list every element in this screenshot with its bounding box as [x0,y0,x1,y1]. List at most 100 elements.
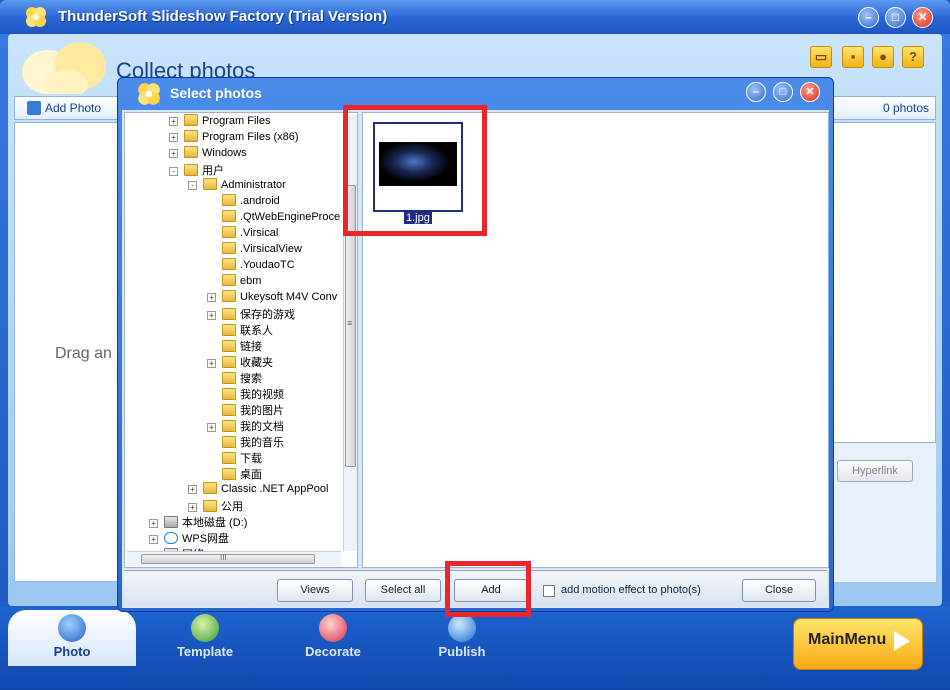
tree-item[interactable]: + 收藏夹 [207,354,273,370]
tree-item-label: 我的视频 [240,389,284,401]
views-button[interactable]: Views [277,579,353,602]
tree-horizontal-scrollbar[interactable]: III [127,551,341,566]
tree-hscroll-thumb[interactable]: III [141,553,315,564]
expand-toggle-icon[interactable]: + [188,485,197,494]
tree-item[interactable]: + Windows [169,146,247,162]
folder-icon [222,388,236,400]
tree-item[interactable]: + 本地磁盘 (D:) [149,514,247,530]
tree-item[interactable]: + 保存的游戏 [207,306,295,322]
tree-item-label: 本地磁盘 (D:) [182,517,248,529]
select-all-button[interactable]: Select all [365,579,441,602]
tree-item-label: 搜索 [240,373,262,385]
tree-item[interactable]: .VirsicalView [207,242,302,258]
tree-item-label: .QtWebEngineProce [240,211,341,223]
main-menu-button[interactable]: MainMenu [793,618,923,670]
tree-item-label: Ukeysoft M4V Conv [240,291,338,303]
tree-item-label: 收藏夹 [240,357,273,369]
close-button[interactable]: ✕ [912,7,933,28]
expand-toggle-icon[interactable]: + [207,311,216,320]
title-bar: ThunderSoft Slideshow Factory (Trial Ver… [0,0,950,34]
tab-publish-label: Publish [438,644,486,659]
app-logo-icon [26,7,46,27]
cloud-icon [164,532,178,544]
tree-item-label: .YoudaoTC [240,259,295,271]
help-icon[interactable]: ? [902,46,924,68]
expand-toggle-icon[interactable]: + [149,519,158,528]
tree-item[interactable]: .android [207,194,280,210]
tree-item-label: 联系人 [240,325,273,337]
arrow-right-icon [894,631,910,651]
tree-item-label: 我的图片 [240,405,284,417]
folder-icon [222,404,236,416]
bottom-nav: Photo Template Decorate Publish MainMenu [0,606,950,690]
tree-item-label: .android [240,195,280,207]
folder-icon [222,420,236,432]
photo-tab-icon [58,614,86,642]
close-button-dialog[interactable]: Close [742,579,816,602]
folder-tree[interactable]: + Program Files + Program Files (x86) + Windo… [124,112,358,568]
tree-item[interactable]: + WPS网盘 [149,530,229,546]
minimize-button[interactable]: – [858,7,879,28]
add-photo-button[interactable]: Add Photo [27,101,101,115]
add-button-highlight [445,561,531,617]
tree-item[interactable]: + 我的文档 [207,418,284,434]
expand-toggle-icon[interactable]: + [188,503,197,512]
publish-tab-icon [448,614,476,642]
dialog-minimize-button[interactable]: – [746,82,766,102]
tree-item[interactable]: + 公用 [188,498,243,514]
tree-item[interactable]: .Virsical [207,226,278,242]
tab-decorate[interactable]: Decorate [278,610,388,670]
tree-item-label: 下载 [240,453,262,465]
expand-toggle-icon[interactable]: - [188,181,197,190]
tree-item-label: Program Files [202,115,271,127]
tree-item[interactable]: 桌面 [207,466,262,482]
bulb-icon[interactable]: ● [872,46,894,68]
tree-item[interactable]: 我的音乐 [207,434,284,450]
folder-icon [222,372,236,384]
tab-publish[interactable]: Publish [407,610,517,670]
folder-icon [203,482,217,494]
tree-item[interactable]: + Ukeysoft M4V Conv [207,290,337,306]
tab-photo[interactable]: Photo [8,610,136,666]
tree-item[interactable]: 下载 [207,450,262,466]
folder-icon [222,210,236,222]
tree-item[interactable]: .QtWebEngineProce [207,210,340,226]
tree-item[interactable]: ebm [207,274,261,290]
maximize-button[interactable]: □ [885,7,906,28]
folder-icon[interactable]: ▭ [810,46,832,68]
save-icon[interactable]: ▪ [842,46,864,68]
tree-item[interactable]: .YoudaoTC [207,258,295,274]
dialog-close-icon-button[interactable]: ✕ [800,82,820,102]
tree-item[interactable]: 链接 [207,338,262,354]
photo-count: 0 photos [882,101,929,115]
tree-item[interactable]: - 用户 [169,162,224,178]
tree-item[interactable]: + Program Files [169,114,270,130]
expand-toggle-icon[interactable]: + [207,293,216,302]
motion-effect-checkbox[interactable] [543,585,555,597]
dialog-maximize-button[interactable]: □ [773,82,793,102]
tree-item[interactable]: + Classic .NET AppPool [188,482,328,498]
expand-toggle-icon[interactable]: + [169,117,178,126]
expand-toggle-icon[interactable]: + [169,133,178,142]
tree-item[interactable]: 我的视频 [207,386,284,402]
tree-item[interactable]: + Program Files (x86) [169,130,299,146]
folder-icon [222,242,236,254]
decorate-tab-icon [319,614,347,642]
thumbnail-highlight [343,105,487,236]
folder-icon [222,436,236,448]
expand-toggle-icon[interactable]: + [207,423,216,432]
tree-item[interactable]: 我的图片 [207,402,284,418]
folder-icon [222,226,236,238]
folder-icon [203,178,217,190]
tree-item[interactable]: - Administrator [188,178,286,194]
hscroll-grip: III [220,553,227,562]
expand-toggle-icon[interactable]: + [207,359,216,368]
folder-icon [222,340,236,352]
expand-toggle-icon[interactable]: + [149,535,158,544]
tree-item[interactable]: 联系人 [207,322,273,338]
expand-toggle-icon[interactable]: - [169,167,178,176]
tab-template[interactable]: Template [150,610,260,670]
tree-item[interactable]: 搜索 [207,370,262,386]
hyperlink-button[interactable]: Hyperlink [837,460,913,482]
expand-toggle-icon[interactable]: + [169,149,178,158]
